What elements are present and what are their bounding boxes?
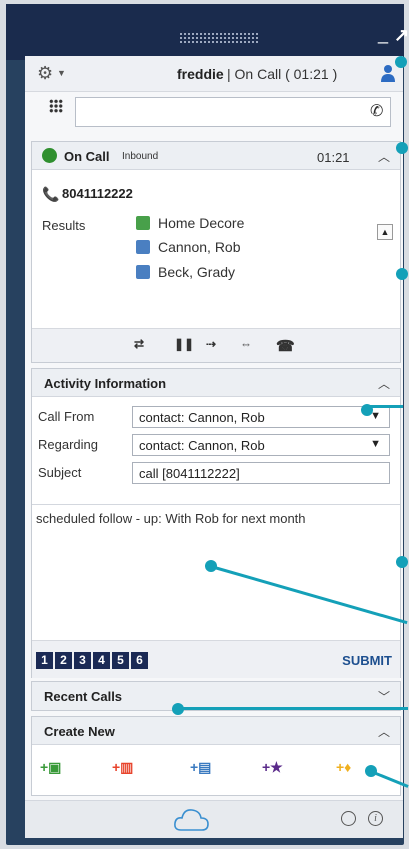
minimize-icon[interactable]: _ xyxy=(378,24,388,45)
call-status-icon xyxy=(42,148,57,163)
subject-label: Subject xyxy=(38,465,82,480)
end-call-icon[interactable]: ☎ xyxy=(276,337,295,355)
new-company-icon[interactable]: +▥ xyxy=(112,759,133,776)
page-button-6[interactable]: 6 xyxy=(131,652,148,669)
activity-header[interactable]: Activity Information ︿ xyxy=(32,369,400,397)
subject-field[interactable]: call [8041112222] xyxy=(132,462,390,484)
info-icon[interactable]: i xyxy=(368,811,383,826)
callout-marker xyxy=(396,142,408,154)
result-item[interactable]: Home Decore xyxy=(136,215,244,231)
recent-calls-title: Recent Calls xyxy=(44,689,123,704)
create-new-items: +▣ +▥ +▤ +★ +♦ xyxy=(32,749,400,793)
call-timer: 01:21 xyxy=(317,150,350,165)
dial-input[interactable] xyxy=(75,97,391,127)
gear-icon[interactable]: ⚙ xyxy=(37,63,53,84)
result-item[interactable]: Cannon, Rob xyxy=(136,239,241,255)
activity-footer: 1 2 3 4 5 6 SUBMIT xyxy=(32,640,400,678)
username: freddie xyxy=(177,66,224,82)
collapse-icon[interactable]: ︿ xyxy=(378,723,390,740)
results-label: Results xyxy=(42,218,86,233)
title-bar[interactable]: _ ↗ xyxy=(6,4,409,60)
call-from-label: Call From xyxy=(38,409,95,424)
create-new-header[interactable]: Create New ︿ xyxy=(32,717,400,745)
drag-grip[interactable] xyxy=(179,32,259,44)
user-icon[interactable] xyxy=(381,64,395,82)
chevron-down-icon[interactable]: ▼ xyxy=(57,68,66,78)
collapse-icon[interactable]: ︿ xyxy=(378,375,390,392)
submit-button[interactable]: SUBMIT xyxy=(342,653,392,668)
callout-leader xyxy=(178,707,408,710)
hold-icon[interactable]: ❚❚ xyxy=(174,337,194,351)
contact-card-icon xyxy=(136,240,150,254)
create-new-title: Create New xyxy=(44,724,115,739)
new-card-icon[interactable]: +▤ xyxy=(190,759,211,776)
results-toggle-button[interactable]: ▲ xyxy=(377,224,393,240)
call-controls: ⇄ ❚❚ ⇢ ⇔ ☎ xyxy=(32,328,400,362)
collapse-icon[interactable]: ︿ xyxy=(378,148,390,165)
activity-panel: Activity Information ︿ Call From contact… xyxy=(31,368,401,678)
recent-calls-header[interactable]: Recent Calls ﹀ xyxy=(32,682,400,710)
transfer-icon[interactable]: ⇢ xyxy=(206,337,216,351)
phone-app: ⚙ ▼ freddie | On Call ( 01:21 ) ✆ On Cal… xyxy=(25,56,403,838)
cloud-icon xyxy=(174,809,209,831)
page-button-2[interactable]: 2 xyxy=(55,652,72,669)
conference-icon[interactable]: ⇔ xyxy=(240,337,252,351)
call-status: | On Call ( 01:21 ) xyxy=(227,66,338,82)
popout-icon[interactable]: ↗ xyxy=(394,25,409,46)
caller-number: 8041112222 xyxy=(62,186,133,201)
call-from-select[interactable]: contact: Cannon, Rob ▼ xyxy=(132,406,390,428)
app-footer: i xyxy=(25,800,403,838)
regarding-label: Regarding xyxy=(38,437,98,452)
new-idea-icon[interactable]: +♦ xyxy=(336,759,351,775)
dial-call-icon[interactable]: ✆ xyxy=(370,101,383,121)
callout-marker xyxy=(396,268,408,280)
callout-marker xyxy=(395,56,407,68)
result-item[interactable]: Beck, Grady xyxy=(136,264,235,280)
expand-icon[interactable]: ﹀ xyxy=(378,688,390,705)
clock-icon[interactable] xyxy=(341,811,356,826)
callout-marker xyxy=(396,556,408,568)
create-new-panel: Create New ︿ +▣ +▥ +▤ +★ +♦ xyxy=(31,716,401,796)
activity-title: Activity Information xyxy=(44,376,167,391)
keypad-icon[interactable] xyxy=(49,99,63,113)
contact-card-icon xyxy=(136,265,150,279)
notes-textarea[interactable]: scheduled follow - up: With Rob for next… xyxy=(32,504,400,639)
house-icon xyxy=(136,216,150,230)
page-button-4[interactable]: 4 xyxy=(93,652,110,669)
dropdown-icon: ▼ xyxy=(370,438,381,450)
app-header: ⚙ ▼ freddie | On Call ( 01:21 ) xyxy=(25,56,403,92)
page-button-1[interactable]: 1 xyxy=(36,652,53,669)
phone-icon: 📞 xyxy=(42,186,60,202)
callout-leader xyxy=(367,405,403,408)
dial-row: ✆ xyxy=(25,92,403,132)
on-call-title: On Call xyxy=(64,149,110,164)
new-contact-icon[interactable]: +▣ xyxy=(40,759,61,776)
on-call-panel: On Call Inbound 01:21 ︿ 📞 8041112222 Res… xyxy=(31,141,401,363)
call-direction: Inbound xyxy=(122,151,159,162)
on-call-header[interactable]: On Call Inbound 01:21 ︿ xyxy=(32,142,400,170)
page-button-5[interactable]: 5 xyxy=(112,652,129,669)
new-star-icon[interactable]: +★ xyxy=(262,759,283,776)
regarding-select[interactable]: contact: Cannon, Rob ▼ xyxy=(132,434,390,456)
page-button-3[interactable]: 3 xyxy=(74,652,91,669)
mute-icon[interactable]: ⇄ xyxy=(134,337,144,351)
